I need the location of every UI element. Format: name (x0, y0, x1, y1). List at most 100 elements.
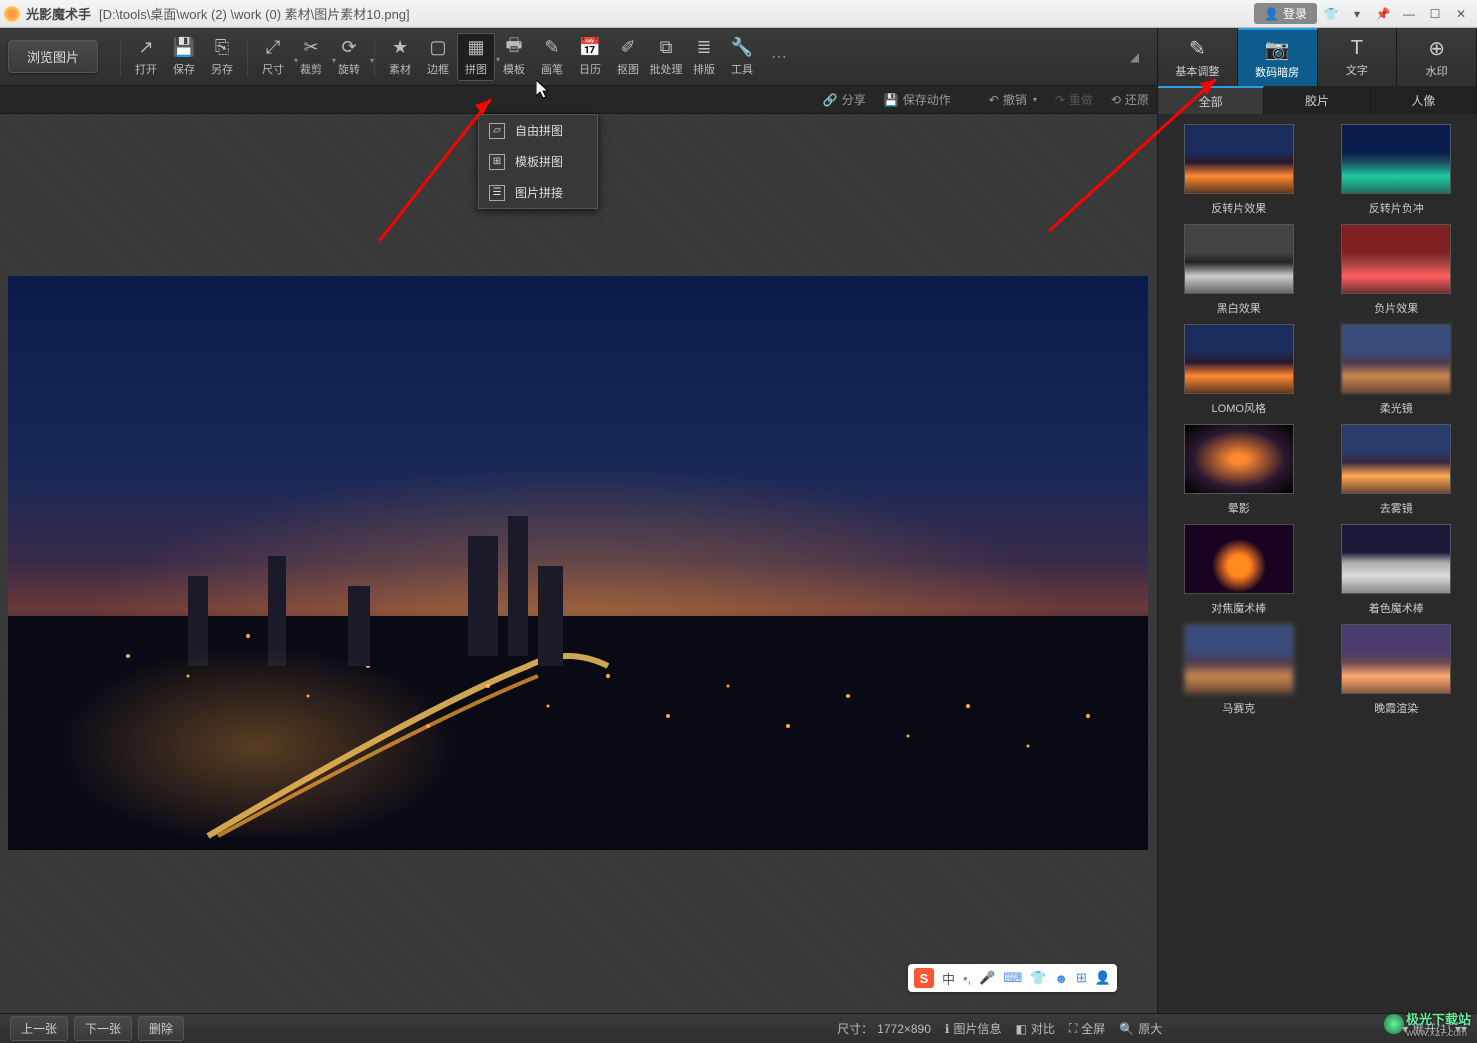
undo-button[interactable]: ↶撤销▾ (989, 91, 1037, 108)
effect-thumbnail (1184, 624, 1294, 694)
zoom-icon: 🔍 (1119, 1022, 1134, 1036)
prev-image-button[interactable]: 上一张 (10, 1016, 68, 1041)
image-preview[interactable] (8, 276, 1148, 850)
tool-icon: 💾 (173, 37, 195, 59)
ime-user-icon[interactable]: 👤 (1095, 970, 1111, 986)
ime-mode[interactable]: 中 (942, 969, 955, 988)
minimize-button[interactable]: — (1397, 4, 1421, 24)
tool-抠图[interactable]: ✐抠图 (609, 33, 647, 81)
dropdown-item-icon: ▱ (489, 123, 505, 139)
effect-5[interactable]: 柔光镜 (1324, 324, 1470, 416)
tool-裁剪[interactable]: ✂裁剪▾ (292, 33, 330, 81)
app-icon (4, 6, 20, 22)
right-tab-1[interactable]: 📷数码暗房 (1238, 28, 1318, 86)
category-tab-人像[interactable]: 人像 (1371, 86, 1477, 114)
effect-3[interactable]: 负片效果 (1324, 224, 1470, 316)
effect-label: 负片效果 (1374, 300, 1418, 316)
canvas-area (0, 114, 1157, 1013)
fullscreen-button[interactable]: ⛶全屏 (1069, 1020, 1105, 1037)
tool-icon: ▦ (468, 37, 485, 59)
tool-打开[interactable]: ↗打开 (127, 33, 165, 81)
effect-thumbnail (1341, 524, 1451, 594)
ime-toolbar[interactable]: S 中 •, 🎤 ⌨ 👕 ☻ ⊞ 👤 (908, 964, 1117, 992)
tool-批处理[interactable]: ⧉批处理 (647, 33, 685, 81)
restore-button[interactable]: ⟲还原 (1111, 91, 1149, 108)
tool-icon: 🖶 (506, 37, 523, 59)
effect-thumbnail (1184, 324, 1294, 394)
ime-mic-icon[interactable]: 🎤 (979, 970, 995, 986)
effect-8[interactable]: 对焦魔术棒 (1166, 524, 1312, 616)
login-button[interactable]: 👤登录 (1254, 3, 1317, 24)
ime-emoji-icon[interactable]: ☻ (1054, 971, 1068, 986)
dropdown-icon[interactable]: ▾ (1345, 4, 1369, 24)
pin-icon[interactable]: 📌 (1371, 4, 1395, 24)
share-button[interactable]: 🔗分享 (823, 91, 866, 108)
tool-画笔[interactable]: ✎画笔 (533, 33, 571, 81)
originalsize-button[interactable]: 🔍原大 (1119, 1020, 1162, 1037)
maximize-button[interactable]: ☐ (1423, 4, 1447, 24)
compare-button[interactable]: ◧对比 (1015, 1020, 1054, 1037)
redo-button[interactable]: ↷重做 (1055, 91, 1093, 108)
effect-4[interactable]: LOMO风格 (1166, 324, 1312, 416)
tool-工具[interactable]: 🔧工具 (723, 33, 761, 81)
ime-grid-icon[interactable]: ⊞ (1076, 970, 1087, 986)
effect-thumbnail (1184, 124, 1294, 194)
info-icon: ℹ (945, 1022, 950, 1036)
image-info-button[interactable]: ℹ图片信息 (945, 1020, 1002, 1037)
tool-icon: ✐ (620, 37, 635, 59)
effect-1[interactable]: 反转片负冲 (1324, 124, 1470, 216)
tool-icon: ▢ (430, 37, 447, 59)
right-tab-3[interactable]: ⊕水印 (1397, 28, 1477, 86)
tool-日历[interactable]: 📅日历 (571, 33, 609, 81)
watermark: 极光下载站 www.xz7.com (1384, 1009, 1471, 1039)
effect-10[interactable]: 马赛克 (1166, 624, 1312, 716)
ime-shirt-icon[interactable]: 👕 (1030, 970, 1046, 986)
category-tab-胶片[interactable]: 胶片 (1264, 86, 1370, 114)
effect-label: 晕影 (1228, 500, 1250, 516)
tool-边框[interactable]: ▢边框▾ (419, 33, 457, 81)
tab-icon: T (1351, 37, 1363, 60)
tool-排版[interactable]: ≣排版 (685, 33, 723, 81)
tool-模板[interactable]: 🖶模板 (495, 33, 533, 81)
effect-0[interactable]: 反转片效果 (1166, 124, 1312, 216)
expand-handle-icon[interactable]: ◢ (1130, 50, 1139, 64)
tool-另存[interactable]: ⎘另存 (203, 33, 241, 81)
dropdown-item-0[interactable]: ▱自由拼图 (479, 115, 597, 146)
undo-icon: ↶ (989, 93, 999, 107)
effect-2[interactable]: 黑白效果 (1166, 224, 1312, 316)
ime-keyboard-icon[interactable]: ⌨ (1003, 970, 1022, 986)
dropdown-item-icon: ☰ (489, 185, 505, 201)
effect-6[interactable]: 晕影 (1166, 424, 1312, 516)
close-button[interactable]: ✕ (1449, 4, 1473, 24)
more-icon[interactable]: ⋯ (771, 47, 787, 67)
effect-label: 着色魔术棒 (1369, 600, 1424, 616)
effect-thumbnail (1184, 424, 1294, 494)
save-icon: 💾 (884, 93, 899, 107)
right-tab-0[interactable]: ✎基本调整 (1158, 28, 1238, 86)
effect-thumbnail (1184, 224, 1294, 294)
tool-icon: 📅 (579, 37, 601, 59)
shirt-icon[interactable]: 👕 (1319, 4, 1343, 24)
tool-保存[interactable]: 💾保存 (165, 33, 203, 81)
effect-label: 反转片负冲 (1369, 200, 1424, 216)
ime-punct-icon[interactable]: •, (963, 971, 971, 986)
next-image-button[interactable]: 下一张 (74, 1016, 132, 1041)
tool-旋转[interactable]: ⟳旋转▾ (330, 33, 368, 81)
dropdown-item-1[interactable]: ⊞模板拼图 (479, 146, 597, 177)
tool-尺寸[interactable]: ⤢尺寸▾ (254, 33, 292, 81)
right-tab-2[interactable]: T文字 (1318, 28, 1398, 86)
sogou-logo-icon: S (914, 968, 934, 988)
category-tab-全部[interactable]: 全部 (1158, 86, 1264, 114)
effect-11[interactable]: 晚霞渲染 (1324, 624, 1470, 716)
tool-拼图[interactable]: ▦拼图▾ (457, 33, 495, 81)
save-action-button[interactable]: 💾保存动作 (884, 91, 951, 108)
secondary-bar: 🔗分享 💾保存动作 ↶撤销▾ ↷重做 ⟲还原 (0, 86, 1157, 114)
delete-button[interactable]: 删除 (138, 1016, 184, 1041)
browse-images-button[interactable]: 浏览图片 (8, 40, 98, 73)
dropdown-item-2[interactable]: ☰图片拼接 (479, 177, 597, 208)
effect-label: 柔光镜 (1380, 400, 1413, 416)
effect-9[interactable]: 着色魔术棒 (1324, 524, 1470, 616)
tool-素材[interactable]: ★素材 (381, 33, 419, 81)
share-icon: 🔗 (823, 93, 838, 107)
effect-7[interactable]: 去雾镜 (1324, 424, 1470, 516)
